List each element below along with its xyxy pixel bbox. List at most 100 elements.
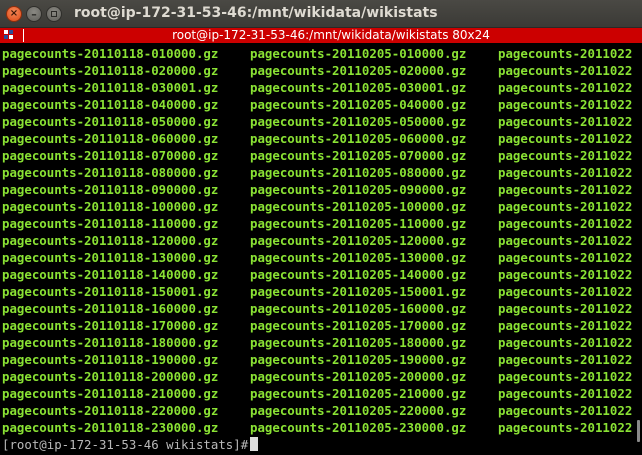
file-name: pagecounts-20110118-180000.gz (2, 335, 219, 350)
file-name: pagecounts-20110205-030001.gz (250, 80, 467, 95)
shell-prompt: [root@ip-172-31-53-46 wikistats]# (2, 437, 249, 452)
title-bar[interactable]: × – root@ip-172-31-53-46:/mnt/wikidata/w… (0, 0, 642, 28)
file-name: pagecounts-20110205-210000.gz (250, 386, 467, 401)
file-name: pagecounts-20110205-230000.gz (250, 420, 467, 435)
scrollbar[interactable] (637, 420, 640, 442)
file-name: pagecounts-2011022 (498, 182, 633, 197)
file-name: pagecounts-20110118-200000.gz (2, 369, 219, 384)
terminal-line: pagecounts-20110118-230000.gz pagecounts-… (2, 419, 642, 436)
file-name: pagecounts-2011022 (498, 369, 633, 384)
terminal-line: pagecounts-20110118-020000.gz pagecounts-… (2, 62, 642, 79)
file-name: pagecounts-20110205-020000.gz (250, 63, 467, 78)
file-name: pagecounts-20110118-110000.gz (2, 216, 219, 231)
terminal-line: pagecounts-20110118-190000.gz pagecounts-… (2, 351, 642, 368)
terminal-line: pagecounts-20110118-110000.gz pagecounts-… (2, 215, 642, 232)
file-name: pagecounts-20110205-090000.gz (250, 182, 467, 197)
terminal-line: pagecounts-20110118-160000.gz pagecounts-… (2, 300, 642, 317)
file-name: pagecounts-20110118-120000.gz (2, 233, 219, 248)
file-name: pagecounts-2011022 (498, 318, 633, 333)
terminal-size-title: root@ip-172-31-53-46:/mnt/wikidata/wikis… (172, 28, 490, 42)
window-title: root@ip-172-31-53-46:/mnt/wikidata/wikis… (74, 5, 438, 21)
file-name: pagecounts-20110118-170000.gz (2, 318, 219, 333)
terminal-line: pagecounts-20110118-040000.gz pagecounts-… (2, 96, 642, 113)
terminal-line: pagecounts-20110118-130000.gz pagecounts-… (2, 249, 642, 266)
text-cursor (250, 437, 259, 451)
terminal-window: × – root@ip-172-31-53-46:/mnt/wikidata/w… (0, 0, 642, 455)
file-name: pagecounts-20110118-100000.gz (2, 199, 219, 214)
file-name: pagecounts-2011022 (498, 165, 633, 180)
file-name: pagecounts-2011022 (498, 250, 633, 265)
terminal-header-bar: root@ip-172-31-53-46:/mnt/wikidata/wikis… (0, 28, 642, 43)
file-name: pagecounts-20110205-080000.gz (250, 165, 467, 180)
terminal-line: pagecounts-20110118-170000.gz pagecounts-… (2, 317, 642, 334)
file-name: pagecounts-20110118-040000.gz (2, 97, 219, 112)
maximize-button[interactable] (46, 6, 62, 22)
file-name: pagecounts-20110205-170000.gz (250, 318, 467, 333)
file-name: pagecounts-20110118-160000.gz (2, 301, 219, 316)
terminal-line: pagecounts-20110118-100000.gz pagecounts-… (2, 198, 642, 215)
file-name: pagecounts-20110118-210000.gz (2, 386, 219, 401)
file-name: pagecounts-20110118-150001.gz (2, 284, 219, 299)
file-name: pagecounts-20110205-070000.gz (250, 148, 467, 163)
file-name: pagecounts-20110205-180000.gz (250, 335, 467, 350)
file-name: pagecounts-2011022 (498, 216, 633, 231)
file-name: pagecounts-20110118-060000.gz (2, 131, 219, 146)
file-name: pagecounts-2011022 (498, 301, 633, 316)
terminal-line: pagecounts-20110118-200000.gz pagecounts-… (2, 368, 642, 385)
file-name: pagecounts-20110205-060000.gz (250, 131, 467, 146)
file-name: pagecounts-20110205-140000.gz (250, 267, 467, 282)
file-name: pagecounts-20110118-080000.gz (2, 165, 219, 180)
file-name: pagecounts-2011022 (498, 233, 633, 248)
terminal-line: pagecounts-20110118-030001.gz pagecounts-… (2, 79, 642, 96)
minimize-icon: – (31, 7, 37, 21)
close-button[interactable]: × (6, 6, 22, 22)
terminal-line: pagecounts-20110118-060000.gz pagecounts-… (2, 130, 642, 147)
terminal-line: pagecounts-20110118-050000.gz pagecounts-… (2, 113, 642, 130)
terminal-line: pagecounts-20110118-080000.gz pagecounts-… (2, 164, 642, 181)
file-name: pagecounts-2011022 (498, 80, 633, 95)
terminal-line: pagecounts-20110118-120000.gz pagecounts-… (2, 232, 642, 249)
file-name: pagecounts-20110205-040000.gz (250, 97, 467, 112)
file-name: pagecounts-20110205-050000.gz (250, 114, 467, 129)
file-name: pagecounts-20110118-130000.gz (2, 250, 219, 265)
terminal-line: pagecounts-20110118-210000.gz pagecounts-… (2, 385, 642, 402)
file-name: pagecounts-2011022 (498, 403, 633, 418)
file-name: pagecounts-20110118-190000.gz (2, 352, 219, 367)
minimize-button[interactable]: – (26, 6, 42, 22)
file-name: pagecounts-20110118-230000.gz (2, 420, 219, 435)
file-name: pagecounts-2011022 (498, 267, 633, 282)
file-name: pagecounts-20110205-120000.gz (250, 233, 467, 248)
file-name: pagecounts-20110118-070000.gz (2, 148, 219, 163)
file-name: pagecounts-2011022 (498, 148, 633, 163)
terminal-line: pagecounts-20110118-150001.gz pagecounts-… (2, 283, 642, 300)
file-name: pagecounts-20110205-110000.gz (250, 216, 467, 231)
terminal-line: pagecounts-20110118-180000.gz pagecounts-… (2, 334, 642, 351)
file-name: pagecounts-20110205-130000.gz (250, 250, 467, 265)
file-name: pagecounts-2011022 (498, 199, 633, 214)
file-name: pagecounts-20110118-010000.gz (2, 46, 219, 61)
file-name: pagecounts-20110205-220000.gz (250, 403, 467, 418)
file-name: pagecounts-2011022 (498, 46, 633, 61)
file-name: pagecounts-2011022 (498, 63, 633, 78)
file-name: pagecounts-20110205-010000.gz (250, 46, 467, 61)
close-icon: × (9, 8, 19, 19)
file-name: pagecounts-20110205-160000.gz (250, 301, 467, 316)
terminal-line: pagecounts-20110118-090000.gz pagecounts-… (2, 181, 642, 198)
terminal-line: pagecounts-20110118-220000.gz pagecounts-… (2, 402, 642, 419)
file-name: pagecounts-20110118-030001.gz (2, 80, 219, 95)
file-name: pagecounts-2011022 (498, 284, 633, 299)
file-name: pagecounts-2011022 (498, 97, 633, 112)
file-name: pagecounts-2011022 (498, 386, 633, 401)
file-name: pagecounts-20110118-020000.gz (2, 63, 219, 78)
terminal-output[interactable]: pagecounts-20110118-010000.gz pagecounts-… (2, 45, 642, 455)
terminal-line: pagecounts-20110118-070000.gz pagecounts-… (2, 147, 642, 164)
file-name: pagecounts-20110205-200000.gz (250, 369, 467, 384)
file-name: pagecounts-20110118-050000.gz (2, 114, 219, 129)
file-name: pagecounts-20110118-140000.gz (2, 267, 219, 282)
terminal-line: pagecounts-20110118-140000.gz pagecounts-… (2, 266, 642, 283)
file-name: pagecounts-20110118-090000.gz (2, 182, 219, 197)
prompt-line[interactable]: [root@ip-172-31-53-46 wikistats]# (2, 436, 642, 453)
file-name: pagecounts-2011022 (498, 335, 633, 350)
file-name: pagecounts-20110205-100000.gz (250, 199, 467, 214)
file-name: pagecounts-20110118-220000.gz (2, 403, 219, 418)
